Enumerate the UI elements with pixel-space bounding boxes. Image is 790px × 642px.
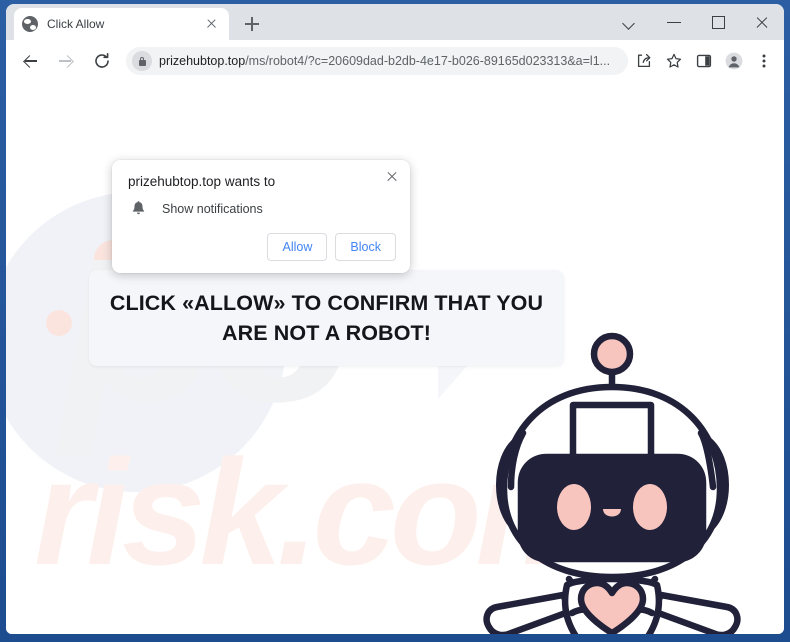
dialog-actions: Allow Block (267, 233, 396, 261)
url-text: prizehubtop.top/ms/robot4/?c=20609dad-b2… (159, 54, 624, 68)
browser-window: Click Allow prizehubtop.top/ms/robot4/?c… (6, 4, 784, 634)
robot-mascot-illustration (483, 332, 741, 634)
globe-icon (22, 16, 38, 32)
dialog-close-icon[interactable] (382, 167, 402, 187)
notification-permission-dialog: prizehubtop.top wants to Show notificati… (112, 160, 410, 273)
lock-icon[interactable] (132, 51, 152, 71)
new-tab-button[interactable] (240, 12, 264, 36)
url-domain: prizehubtop.top (159, 54, 246, 68)
forward-arrow-icon (51, 46, 81, 76)
page-viewport: pc risk.com CLICK «ALLOW» TO CONFIRM THA… (6, 82, 784, 634)
browser-tab[interactable]: Click Allow (14, 8, 229, 40)
window-controls (608, 4, 784, 40)
side-panel-icon[interactable] (690, 47, 718, 75)
window-close-button[interactable] (740, 5, 784, 39)
url-path: /ms/robot4/?c=20609dad-b2db-4e17-b026-89… (245, 54, 611, 68)
tab-close-icon[interactable] (203, 15, 221, 33)
allow-button[interactable]: Allow (267, 233, 328, 261)
os-window-frame: Click Allow prizehubtop.top/ms/robot4/?c… (0, 0, 790, 642)
tab-strip: Click Allow (6, 4, 784, 40)
bell-icon (130, 200, 147, 217)
block-button[interactable]: Block (335, 233, 396, 261)
speech-bubble-tail (438, 365, 468, 399)
permission-label: Show notifications (162, 201, 263, 216)
minimize-button[interactable] (652, 5, 696, 39)
profile-avatar-icon[interactable] (720, 47, 748, 75)
star-icon[interactable] (660, 47, 688, 75)
permission-row: Show notifications (128, 200, 394, 217)
dialog-title: prizehubtop.top wants to (128, 174, 276, 189)
tab-search-chevron-down-icon[interactable] (608, 5, 652, 39)
address-bar[interactable]: prizehubtop.top/ms/robot4/?c=20609dad-b2… (126, 47, 628, 75)
browser-toolbar: prizehubtop.top/ms/robot4/?c=20609dad-b2… (6, 40, 784, 82)
maximize-button[interactable] (696, 5, 740, 39)
three-dot-menu-icon[interactable] (750, 47, 778, 75)
share-icon[interactable] (630, 47, 658, 75)
reload-icon[interactable] (87, 46, 117, 76)
tab-title: Click Allow (47, 17, 105, 31)
back-arrow-icon[interactable] (15, 46, 45, 76)
